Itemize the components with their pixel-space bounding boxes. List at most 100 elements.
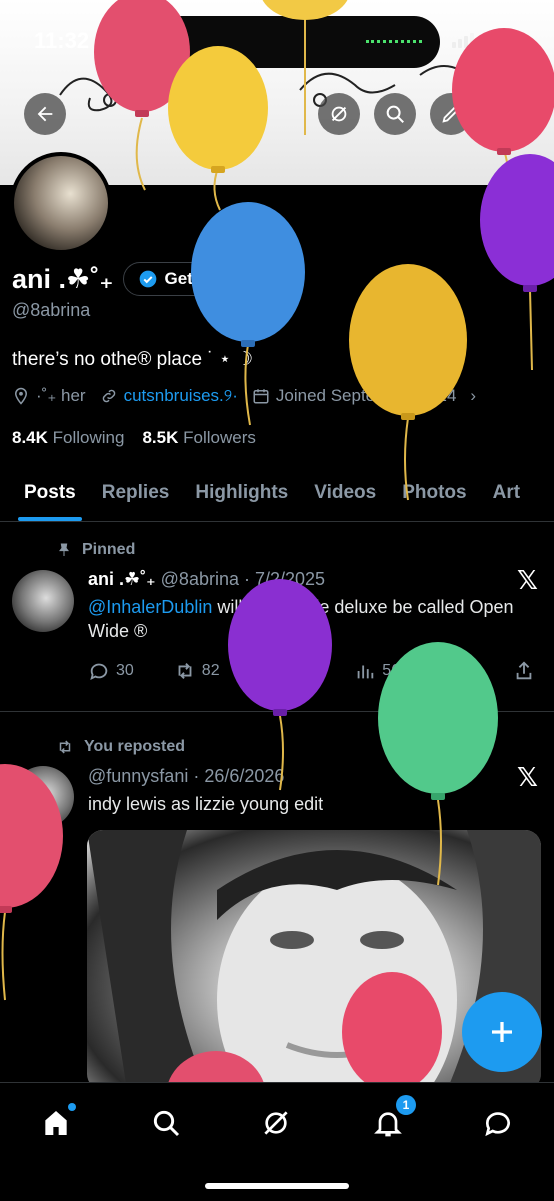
nav-notifications[interactable]: 1 — [368, 1095, 416, 1143]
post-context: You reposted — [56, 738, 185, 756]
tab-posts[interactable]: Posts — [18, 468, 82, 521]
pinned-label: Pinned — [82, 541, 136, 558]
bottom-nav: 1 — [0, 1082, 554, 1201]
status-bar: 11:32 30m 94 — [0, 0, 554, 88]
tab-art[interactable]: Art — [493, 468, 520, 521]
clock: 11:32 — [34, 28, 90, 53]
profile-bio: there’s no othe® place ˙ ⋆ ☽ — [12, 349, 254, 370]
notifications-badge: 1 — [396, 1095, 416, 1115]
nav-messages[interactable] — [478, 1103, 518, 1143]
post-context: Pinned — [56, 541, 135, 559]
nav-grok[interactable] — [256, 1103, 296, 1143]
pin-icon — [59, 543, 69, 556]
repost-button[interactable]: 82 — [174, 660, 220, 682]
plus-icon — [492, 1022, 512, 1042]
like-button[interactable]: 939 — [260, 660, 315, 682]
followers-count: 8.5K — [142, 428, 179, 447]
avatar[interactable] — [12, 766, 74, 828]
following-label: Following — [52, 428, 125, 447]
avatar[interactable] — [12, 570, 74, 632]
reply-button[interactable]: 30 — [88, 660, 134, 682]
compose-button[interactable] — [462, 992, 542, 1072]
profile-meta: ·˚₊ her cutsnbruises.୨· Joined September… — [12, 386, 476, 406]
nav-search[interactable] — [146, 1103, 186, 1143]
chat-icon — [485, 1112, 510, 1137]
post-author[interactable]: ani .☘˚₊ — [88, 569, 156, 589]
call-indicator[interactable]: 30m — [122, 28, 190, 52]
followers-label: Followers — [183, 428, 256, 447]
back-button[interactable] — [24, 93, 66, 135]
post-body: ani .☘˚₊ @8abrina · 7/2/2025 @InhalerDub… — [88, 567, 538, 643]
tab-videos[interactable]: Videos — [314, 468, 376, 521]
tab-photos[interactable]: Photos — [402, 468, 466, 521]
post-pinned[interactable]: Pinned ani .☘˚₊ @8abrina · 7/2/2025 @Inh… — [0, 523, 554, 712]
get-verified-button[interactable]: Get verified — [123, 262, 274, 296]
unread-dot — [68, 1103, 76, 1111]
heart-icon — [262, 663, 279, 680]
search-button[interactable] — [374, 93, 416, 135]
edit-button[interactable] — [430, 93, 472, 135]
search-icon — [153, 1110, 180, 1137]
profile-counts: 8.4K Following 8.5K Followers — [12, 428, 256, 448]
reply-count: 30 — [116, 662, 134, 679]
phone-icon — [124, 32, 140, 48]
audio-waveform — [366, 40, 422, 43]
home-icon — [45, 1111, 67, 1135]
views-button[interactable]: 56K — [354, 660, 411, 682]
dynamic-island[interactable]: 30m — [108, 16, 440, 68]
share-profile-button[interactable] — [486, 93, 528, 135]
view-count: 56K — [382, 662, 411, 679]
post-body: @funnysfani · 26/6/2026 indy lewis as li… — [88, 764, 538, 816]
bookmark-button[interactable] — [451, 660, 473, 682]
battery-icon: 94 — [484, 32, 514, 50]
calendar-icon — [253, 389, 269, 404]
views-icon — [357, 665, 374, 679]
profile-location: ·˚₊ her — [36, 386, 86, 405]
followers-link[interactable]: 8.5K Followers — [142, 428, 255, 448]
link-icon — [102, 389, 115, 403]
post-meta: @8abrina · 7/2/2025 — [160, 569, 326, 589]
profile-name-row: ani .☘˚₊ Get verified — [12, 262, 274, 296]
profile-link-text[interactable]: cutsnbruises.୨· — [124, 386, 238, 406]
grok-icon — [264, 1111, 288, 1135]
post-mention[interactable]: @InhalerDublin — [88, 597, 212, 617]
search-icon — [386, 105, 404, 123]
bookmark-icon — [455, 661, 469, 681]
grok-button[interactable] — [318, 93, 360, 135]
arrow-left-icon — [37, 106, 53, 122]
signal-icon — [452, 33, 474, 48]
repost-icon — [178, 663, 192, 679]
profile-joined: Joined September 2024 — [275, 386, 457, 405]
post-actions: 30 82 939 56K — [88, 660, 535, 682]
pencil-icon — [442, 106, 459, 123]
profile-handle: @8abrina — [12, 300, 91, 320]
post-meta: @funnysfani · 26/6/2026 — [88, 766, 285, 786]
tab-highlights[interactable]: Highlights — [195, 468, 288, 521]
balloon — [480, 154, 554, 371]
grok-icon — [331, 106, 347, 122]
reply-icon — [90, 663, 108, 681]
reposted-label: You reposted — [84, 738, 186, 755]
like-count: 939 — [287, 662, 315, 679]
tab-replies[interactable]: Replies — [102, 468, 170, 521]
repost-count: 82 — [201, 662, 220, 679]
profile-tabs: Posts Replies Highlights Videos Photos A… — [0, 468, 554, 522]
nav-home[interactable] — [36, 1103, 76, 1143]
following-count: 8.4K — [12, 428, 48, 447]
profile-avatar[interactable] — [10, 152, 112, 254]
share-button[interactable] — [513, 660, 535, 682]
following-link[interactable]: 8.4K Following — [12, 428, 124, 448]
share-icon — [516, 661, 532, 680]
balloon — [349, 264, 467, 501]
x-logo-icon: 𝕏 — [517, 762, 538, 792]
profile-link[interactable]: cutsnbruises.୨· — [100, 386, 238, 406]
get-verified-label: Get verified — [164, 269, 259, 288]
x-logo-icon: 𝕏 — [517, 565, 538, 595]
chevron-right-icon[interactable]: › — [470, 386, 476, 406]
verified-badge-icon — [140, 270, 157, 288]
location-icon — [14, 387, 28, 405]
repost-icon — [59, 740, 71, 754]
home-indicator[interactable] — [205, 1183, 349, 1189]
share-icon — [499, 104, 515, 123]
call-duration: 30m — [148, 28, 191, 51]
